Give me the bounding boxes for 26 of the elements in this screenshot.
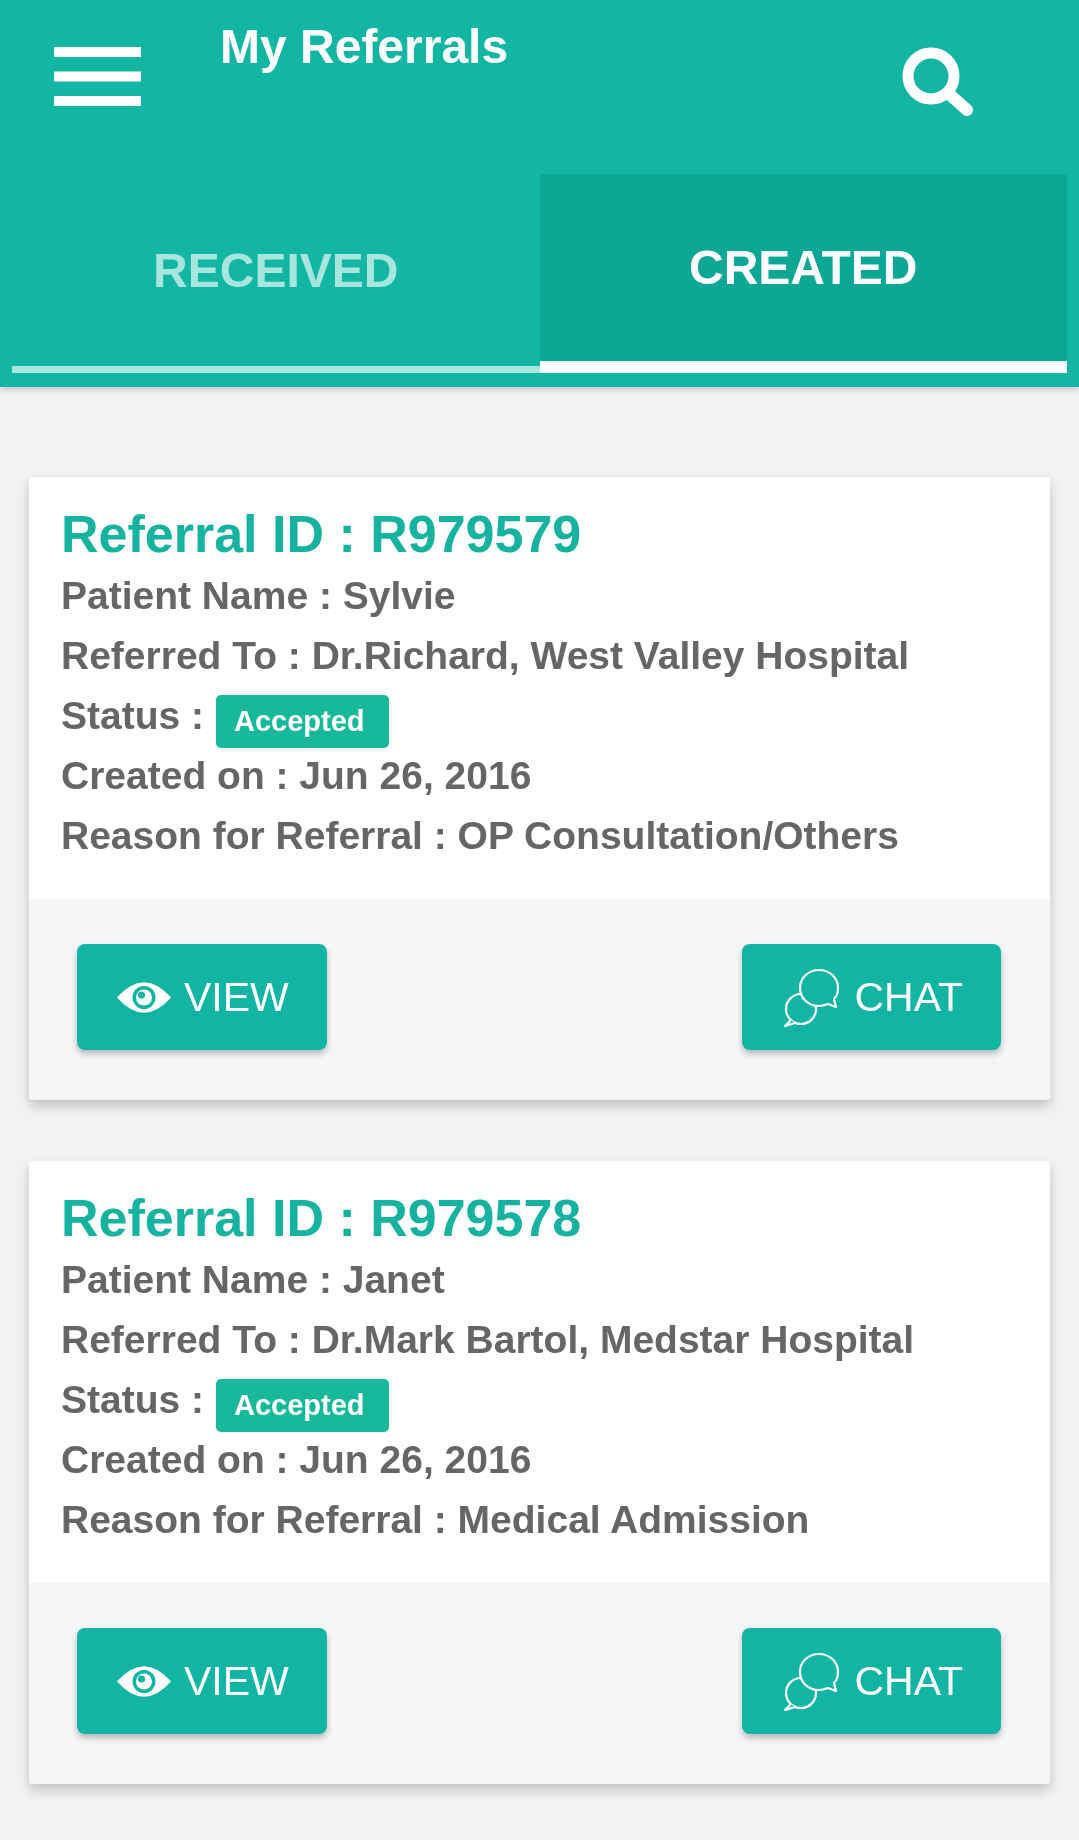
created-date: Created on : Jun 26, 2016 bbox=[61, 1437, 533, 1483]
view-button[interactable]: VIEW bbox=[77, 1628, 327, 1734]
referral-reason: Reason for Referral : OP Consultation/Others bbox=[61, 813, 900, 859]
status-badge: Accepted bbox=[216, 1378, 389, 1432]
eye-icon bbox=[117, 980, 171, 1014]
status-badge: Accepted bbox=[216, 694, 389, 748]
chat-bubbles-icon bbox=[782, 967, 842, 1027]
view-button[interactable]: VIEW bbox=[77, 944, 327, 1050]
referred-to: Referred To : Dr.Mark Bartol, Medstar Hospital bbox=[61, 1317, 916, 1363]
chat-button[interactable]: CHAT bbox=[742, 944, 1001, 1050]
search-icon[interactable] bbox=[902, 47, 974, 117]
patient-name: Patient Name : Sylvie bbox=[61, 573, 457, 619]
eye-icon bbox=[117, 1664, 171, 1698]
screen-title: My Referrals bbox=[220, 19, 509, 75]
chat-bubbles-icon bbox=[782, 1651, 842, 1711]
chat-button[interactable]: CHAT bbox=[742, 1628, 1001, 1734]
status-label: Status : bbox=[61, 693, 204, 739]
patient-name: Patient Name : Janet bbox=[61, 1257, 446, 1303]
status-label: Status : bbox=[61, 1377, 204, 1423]
created-date: Created on : Jun 26, 2016 bbox=[61, 753, 533, 799]
menu-icon[interactable] bbox=[54, 47, 141, 106]
referral-id: Referral ID : R979579 bbox=[61, 504, 583, 565]
referral-id: Referral ID : R979578 bbox=[61, 1188, 583, 1249]
referred-to: Referred To : Dr.Richard, West Valley Hospital bbox=[61, 633, 911, 679]
tab[interactable]: CREATED bbox=[539, 174, 1067, 373]
referral-reason: Reason for Referral : Medical Admission bbox=[61, 1497, 811, 1543]
